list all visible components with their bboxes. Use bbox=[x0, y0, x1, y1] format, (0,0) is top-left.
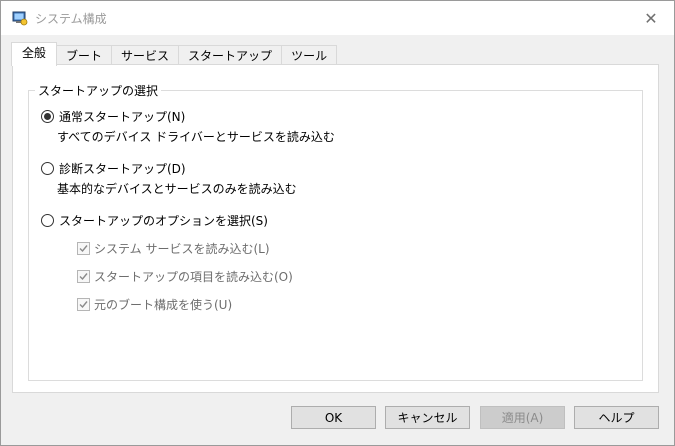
radio-normal-label: 通常スタートアップ(N) bbox=[59, 110, 186, 124]
cancel-button[interactable]: キャンセル bbox=[385, 406, 470, 429]
checkbox-checked-disabled[interactable] bbox=[77, 270, 90, 283]
checkbox-use-original-boot-config[interactable]: 元のブート構成を使う(U) bbox=[77, 296, 232, 313]
tab-boot[interactable]: ブート bbox=[56, 45, 113, 66]
title-bar[interactable]: システム構成 ✕ bbox=[1, 1, 674, 35]
radio-button-checked[interactable] bbox=[41, 110, 54, 123]
load-system-services-label: システム サービスを読み込む(L) bbox=[94, 242, 270, 256]
ok-button[interactable]: OK bbox=[291, 406, 376, 429]
system-config-icon bbox=[12, 10, 28, 26]
radio-selective-label: スタートアップのオプションを選択(S) bbox=[59, 214, 268, 228]
checkbox-load-system-services[interactable]: システム サービスを読み込む(L) bbox=[77, 240, 270, 257]
radio-normal-startup[interactable]: 通常スタートアップ(N) bbox=[41, 108, 185, 125]
close-icon: ✕ bbox=[644, 8, 658, 28]
tab-general[interactable]: 全般 bbox=[11, 42, 58, 66]
load-startup-items-label: スタートアップの項目を読み込む(O) bbox=[94, 270, 293, 284]
general-tab-panel: スタートアップの選択 通常スタートアップ(N) すべてのデバイス ドライバーとサ… bbox=[12, 64, 659, 393]
checkbox-checked-disabled[interactable] bbox=[77, 242, 90, 255]
diagnostic-startup-description: 基本的なデバイスとサービスのみを読み込む bbox=[57, 182, 297, 196]
checkmark-icon bbox=[79, 301, 88, 309]
checkmark-icon bbox=[79, 245, 88, 253]
checkmark-icon bbox=[79, 273, 88, 281]
checkbox-load-startup-items[interactable]: スタートアップの項目を読み込む(O) bbox=[77, 268, 293, 285]
help-button[interactable]: ヘルプ bbox=[574, 406, 659, 429]
use-original-boot-config-label: 元のブート構成を使う(U) bbox=[94, 298, 233, 312]
radio-button[interactable] bbox=[41, 162, 54, 175]
apply-button[interactable]: 適用(A) bbox=[480, 406, 565, 429]
radio-diagnostic-startup[interactable]: 診断スタートアップ(D) bbox=[41, 160, 186, 177]
radio-selective-startup[interactable]: スタートアップのオプションを選択(S) bbox=[41, 212, 268, 229]
tab-startup[interactable]: スタートアップ bbox=[178, 45, 283, 66]
group-legend: スタートアップの選択 bbox=[35, 82, 162, 99]
system-config-window: システム構成 ✕ 全般 ブート サービス スタートアップ ツール スタートアップ… bbox=[0, 0, 675, 446]
close-button[interactable]: ✕ bbox=[628, 1, 674, 35]
normal-startup-description: すべてのデバイス ドライバーとサービスを読み込む bbox=[57, 130, 335, 144]
startup-selection-group: スタートアップの選択 通常スタートアップ(N) すべてのデバイス ドライバーとサ… bbox=[28, 82, 643, 381]
checkbox-checked-disabled[interactable] bbox=[77, 298, 90, 311]
window-title: システム構成 bbox=[35, 12, 107, 26]
radio-diagnostic-label: 診断スタートアップ(D) bbox=[59, 162, 186, 176]
radio-button[interactable] bbox=[41, 214, 54, 227]
tab-strip: 全般 ブート サービス スタートアップ ツール bbox=[11, 42, 338, 66]
tab-services[interactable]: サービス bbox=[111, 45, 180, 66]
tab-tools[interactable]: ツール bbox=[281, 45, 338, 66]
